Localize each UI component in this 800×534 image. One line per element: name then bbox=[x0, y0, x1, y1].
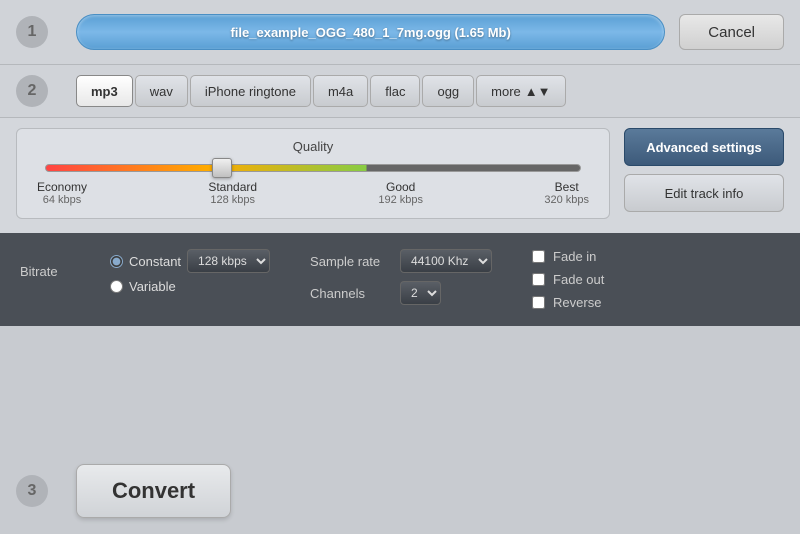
bitrate-select[interactable]: 128 kbps 64 kbps 192 kbps 320 kbps bbox=[187, 249, 270, 273]
mark-best-label: Best bbox=[544, 180, 589, 194]
file-bar: file_example_OGG_480_1_7mg.ogg (1.65 Mb) bbox=[76, 14, 665, 50]
reverse-text: Reverse bbox=[553, 295, 601, 310]
bitrate-group: Bitrate Constant 128 kbps 64 kbps 192 kb… bbox=[20, 249, 270, 294]
tab-flac[interactable]: flac bbox=[370, 75, 420, 107]
page-wrapper: 1 file_example_OGG_480_1_7mg.ogg (1.65 M… bbox=[0, 0, 800, 534]
mark-standard-label: Standard bbox=[208, 180, 257, 194]
quality-panel: Quality Economy 64 kbps Standard 128 kbp… bbox=[16, 128, 610, 219]
fade-out-text: Fade out bbox=[553, 272, 604, 287]
sample-channels-group: Sample rate 44100 Khz 22050 Khz 11025 Kh… bbox=[310, 249, 492, 305]
sample-rate-label: Sample rate bbox=[310, 254, 390, 269]
mark-best-value: 320 kbps bbox=[544, 194, 589, 206]
format-tabs: mp3 wav iPhone ringtone m4a flac ogg mor… bbox=[76, 75, 566, 107]
spacer bbox=[0, 326, 800, 448]
mark-good: Good 192 kbps bbox=[378, 180, 423, 206]
step2-row: 2 mp3 wav iPhone ringtone m4a flac ogg m… bbox=[0, 65, 800, 118]
quality-slider-thumb[interactable] bbox=[212, 158, 232, 178]
quality-label: Quality bbox=[37, 139, 589, 154]
slider-marks: Economy 64 kbps Standard 128 kbps Good 1… bbox=[37, 180, 589, 206]
bitrate-radio-group: Constant 128 kbps 64 kbps 192 kbps 320 k… bbox=[110, 249, 270, 294]
bitrate-row: Bitrate Constant 128 kbps 64 kbps 192 kb… bbox=[20, 249, 270, 294]
channels-select[interactable]: 2 1 bbox=[400, 281, 441, 305]
fade-out-checkbox[interactable] bbox=[532, 273, 545, 286]
sample-rate-row: Sample rate 44100 Khz 22050 Khz 11025 Kh… bbox=[310, 249, 492, 273]
tab-ogg[interactable]: ogg bbox=[422, 75, 474, 107]
sample-rate-select[interactable]: 44100 Khz 22050 Khz 11025 Khz bbox=[400, 249, 492, 273]
fade-out-label[interactable]: Fade out bbox=[532, 272, 604, 287]
quality-slider-track bbox=[45, 164, 581, 172]
mark-economy: Economy 64 kbps bbox=[37, 180, 87, 206]
mark-standard: Standard 128 kbps bbox=[208, 180, 257, 206]
mark-best: Best 320 kbps bbox=[544, 180, 589, 206]
mark-standard-value: 128 kbps bbox=[208, 194, 257, 206]
cancel-button[interactable]: Cancel bbox=[679, 14, 784, 50]
constant-label: Constant bbox=[129, 254, 181, 269]
edit-track-button[interactable]: Edit track info bbox=[624, 174, 784, 212]
bitrate-label: Bitrate bbox=[20, 264, 100, 279]
constant-radio-label[interactable]: Constant 128 kbps 64 kbps 192 kbps 320 k… bbox=[110, 249, 270, 273]
variable-radio-label[interactable]: Variable bbox=[110, 279, 270, 294]
mark-economy-value: 64 kbps bbox=[37, 194, 87, 206]
channels-row: Channels 2 1 bbox=[310, 281, 492, 305]
fade-in-label[interactable]: Fade in bbox=[532, 249, 604, 264]
channels-label: Channels bbox=[310, 286, 390, 301]
more-chevron-icon: ▲▼ bbox=[525, 84, 551, 99]
right-buttons: Advanced settings Edit track info bbox=[624, 128, 784, 219]
settings-area: Quality Economy 64 kbps Standard 128 kbp… bbox=[0, 118, 800, 233]
step1-row: 1 file_example_OGG_480_1_7mg.ogg (1.65 M… bbox=[0, 0, 800, 65]
step3-row: 3 Convert bbox=[0, 448, 800, 534]
fade-in-checkbox[interactable] bbox=[532, 250, 545, 263]
slider-container bbox=[45, 164, 581, 172]
step2-number: 2 bbox=[16, 75, 48, 107]
step1-number: 1 bbox=[16, 16, 48, 48]
tab-more[interactable]: more ▲▼ bbox=[476, 75, 565, 107]
more-label: more bbox=[491, 84, 521, 99]
effects-group: Fade in Fade out Reverse bbox=[532, 249, 604, 310]
mark-good-label: Good bbox=[378, 180, 423, 194]
tab-wav[interactable]: wav bbox=[135, 75, 188, 107]
tab-m4a[interactable]: m4a bbox=[313, 75, 368, 107]
mark-economy-label: Economy bbox=[37, 180, 87, 194]
tab-iphone-ringtone[interactable]: iPhone ringtone bbox=[190, 75, 311, 107]
reverse-checkbox[interactable] bbox=[532, 296, 545, 309]
step3-number: 3 bbox=[16, 475, 48, 507]
mark-good-value: 192 kbps bbox=[378, 194, 423, 206]
variable-radio[interactable] bbox=[110, 280, 123, 293]
constant-radio[interactable] bbox=[110, 255, 123, 268]
reverse-label[interactable]: Reverse bbox=[532, 295, 604, 310]
advanced-panel: Bitrate Constant 128 kbps 64 kbps 192 kb… bbox=[0, 233, 800, 326]
fade-in-text: Fade in bbox=[553, 249, 596, 264]
tab-mp3[interactable]: mp3 bbox=[76, 75, 133, 107]
variable-label: Variable bbox=[129, 279, 176, 294]
advanced-settings-button[interactable]: Advanced settings bbox=[624, 128, 784, 166]
convert-button[interactable]: Convert bbox=[76, 464, 231, 518]
